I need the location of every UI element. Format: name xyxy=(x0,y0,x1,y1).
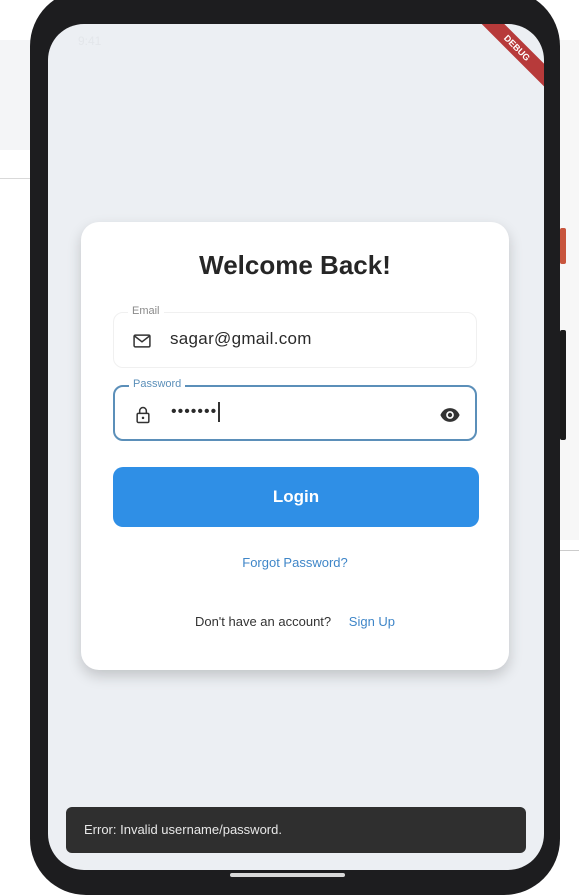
lock-icon xyxy=(136,406,150,424)
home-indicator xyxy=(230,873,345,877)
login-button[interactable]: Login xyxy=(113,467,479,527)
password-label: Password xyxy=(129,378,186,390)
background-divider-right xyxy=(557,550,579,551)
forgot-password-link[interactable]: Forgot Password? xyxy=(81,555,509,570)
login-card: Welcome Back! Email sagar@gmail.com Pass… xyxy=(81,222,509,670)
email-label: Email xyxy=(128,305,164,317)
error-snackbar: Error: Invalid username/password. xyxy=(66,807,526,853)
background-panel-right xyxy=(557,40,579,540)
eye-icon[interactable] xyxy=(439,404,461,426)
signup-prompt: Don't have an account? xyxy=(194,614,332,629)
debug-banner: DEBUG xyxy=(472,24,544,93)
password-dots: ••••••• xyxy=(171,403,218,421)
power-button xyxy=(560,330,566,440)
page-title: Welcome Back! xyxy=(199,250,391,280)
email-field[interactable]: Email sagar@gmail.com xyxy=(113,305,477,368)
signup-row: Don't have an account? Sign Up xyxy=(81,614,509,629)
volume-button xyxy=(560,228,566,264)
signup-link[interactable]: Sign Up xyxy=(349,614,395,629)
snackbar-message: Error: Invalid username/password. xyxy=(84,822,282,837)
text-caret xyxy=(218,402,221,422)
mail-icon xyxy=(133,334,151,348)
status-time: 9:41 xyxy=(78,34,102,48)
email-value: sagar@gmail.com xyxy=(170,329,312,348)
phone-screen: 9:41 DEBUG Welcome Back! Email sagar@gma… xyxy=(48,24,544,870)
password-value: ••••••• xyxy=(171,402,221,422)
password-field[interactable]: Password ••••••• xyxy=(113,378,477,441)
